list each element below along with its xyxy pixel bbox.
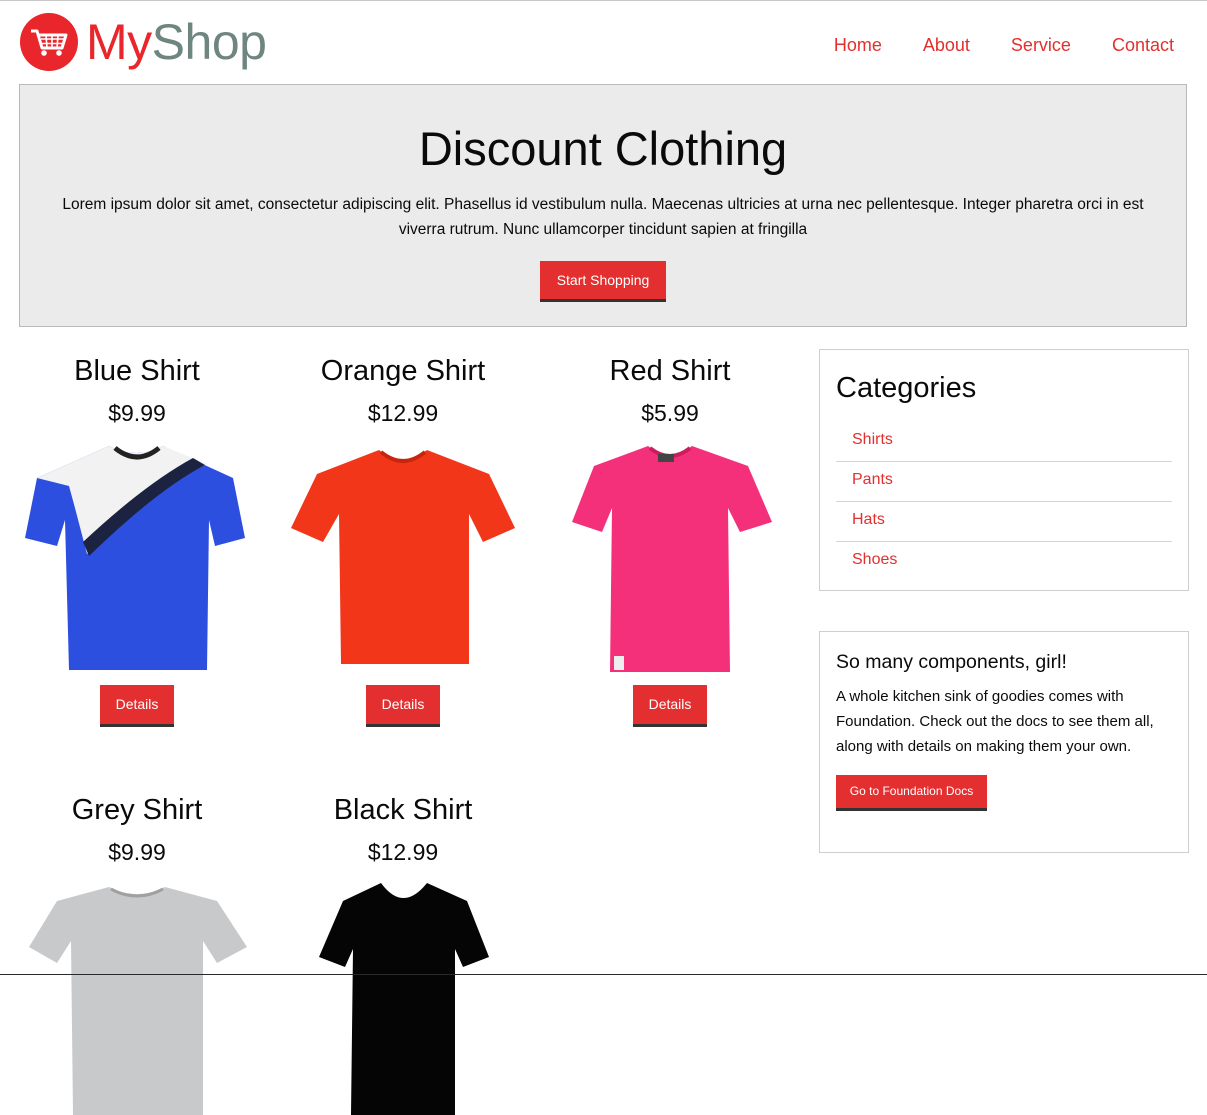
details-button[interactable]: Details: [100, 685, 174, 727]
category-link-pants[interactable]: Pants: [836, 462, 1172, 502]
hero-description: Lorem ipsum dolor sit amet, consectetur …: [62, 196, 1144, 238]
categories-title: Categories: [836, 372, 977, 404]
product-card-blue-shirt: Blue Shirt $9.99 Details: [17, 354, 257, 727]
product-card-orange-shirt: Orange Shirt $12.99 Details: [283, 354, 523, 727]
product-card-red-shirt: Red Shirt $5.99 Details: [550, 354, 790, 727]
category-link-shoes[interactable]: Shoes: [836, 542, 1172, 581]
logo-text-shop: Shop: [151, 14, 267, 70]
top-nav: Home About Service Contact: [793, 34, 1174, 56]
nav-service-link[interactable]: Service: [1011, 34, 1071, 56]
product-title: Blue Shirt: [74, 355, 200, 387]
details-button[interactable]: Details: [633, 685, 707, 727]
category-link-hats[interactable]: Hats: [836, 502, 1172, 542]
blue-shirt-image[interactable]: [17, 438, 257, 676]
hero-title: Discount Clothing: [418, 122, 788, 175]
categories-panel: Categories Shirts Pants Hats Shoes: [819, 349, 1189, 591]
hero-banner: Discount Clothing Lorem ipsum dolor sit …: [19, 84, 1187, 327]
tshirt-image: [572, 446, 772, 672]
logo-text-my: My: [86, 14, 152, 70]
tshirt-image: [291, 450, 515, 664]
tshirt-image: [319, 883, 489, 1115]
category-link-shirts[interactable]: Shirts: [836, 422, 1172, 462]
categories-list: Shirts Pants Hats Shoes: [836, 422, 1172, 581]
product-title: Red Shirt: [609, 355, 731, 387]
logo[interactable]: MyShop: [20, 10, 267, 74]
product-price: $9.99: [108, 839, 166, 865]
nav-home-link[interactable]: Home: [834, 34, 882, 56]
orange-shirt-image[interactable]: [283, 438, 523, 676]
logo-text: MyShop: [86, 14, 267, 70]
product-title: Orange Shirt: [320, 355, 486, 387]
product-title: Grey Shirt: [71, 794, 203, 826]
nav-about-link[interactable]: About: [923, 34, 970, 56]
start-shopping-button[interactable]: Start Shopping: [540, 261, 666, 302]
shopping-cart-icon: [20, 13, 78, 71]
product-price: $5.99: [641, 400, 699, 426]
product-price: $12.99: [367, 839, 439, 865]
foundation-docs-button[interactable]: Go to Foundation Docs: [836, 775, 987, 811]
product-price: $12.99: [367, 400, 439, 426]
grey-shirt-image[interactable]: [17, 877, 257, 1115]
top-border: [0, 0, 1207, 1]
product-card-black-shirt: Black Shirt $12.99: [283, 793, 523, 1115]
foundation-promo-panel: So many components, girl! A whole kitche…: [819, 631, 1189, 853]
product-price: $9.99: [108, 400, 166, 426]
red-shirt-image[interactable]: [550, 438, 790, 676]
tshirt-image: [29, 887, 247, 1115]
promo-title: So many components, girl!: [836, 651, 1067, 673]
black-shirt-image[interactable]: [283, 877, 523, 1115]
nav-contact-link[interactable]: Contact: [1112, 34, 1174, 56]
details-button[interactable]: Details: [366, 685, 440, 727]
product-card-grey-shirt: Grey Shirt $9.99: [17, 793, 257, 1115]
promo-description: A whole kitchen sink of goodies comes wi…: [836, 688, 1154, 755]
tshirt-image: [25, 446, 245, 670]
product-title: Black Shirt: [333, 794, 473, 826]
